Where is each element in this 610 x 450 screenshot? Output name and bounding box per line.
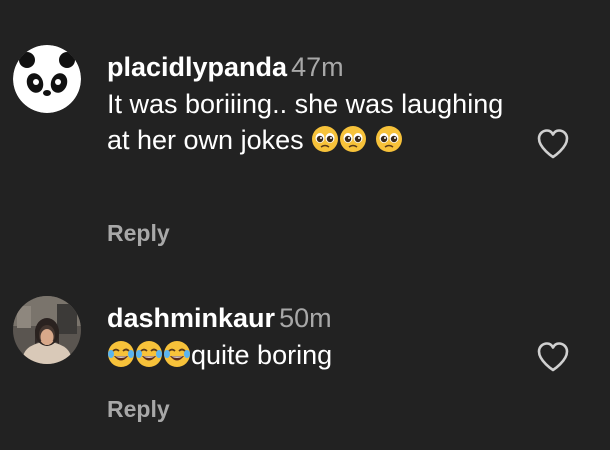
like-heart-icon[interactable]: [536, 128, 570, 160]
comment-username[interactable]: placidlypanda: [107, 52, 287, 82]
comment-timestamp: 47m: [291, 52, 344, 82]
reply-button[interactable]: Reply: [107, 395, 170, 423]
comment-text-content: It was boriiing.. she was laughing at he…: [107, 89, 504, 155]
reply-button[interactable]: Reply: [107, 219, 170, 247]
pleading-face-emoji-icon: [339, 125, 367, 153]
joy-face-emoji-icon: [107, 340, 135, 368]
comment-text-content: quite boring: [191, 340, 333, 370]
pleading-face-emoji-icon: [375, 125, 403, 153]
comment-text: It was boriiing.. she was laughing at he…: [107, 86, 527, 158]
panda-avatar-icon[interactable]: [13, 45, 81, 113]
comment-username[interactable]: dashminkaur: [107, 303, 275, 333]
comment-text: quite boring: [107, 337, 527, 373]
comment-timestamp: 50m: [279, 303, 332, 333]
pleading-face-emoji-icon: [311, 125, 339, 153]
joy-face-emoji-icon: [135, 340, 163, 368]
joy-face-emoji-icon: [163, 340, 191, 368]
like-heart-icon[interactable]: [536, 341, 570, 373]
profile-photo-avatar[interactable]: [13, 296, 81, 364]
